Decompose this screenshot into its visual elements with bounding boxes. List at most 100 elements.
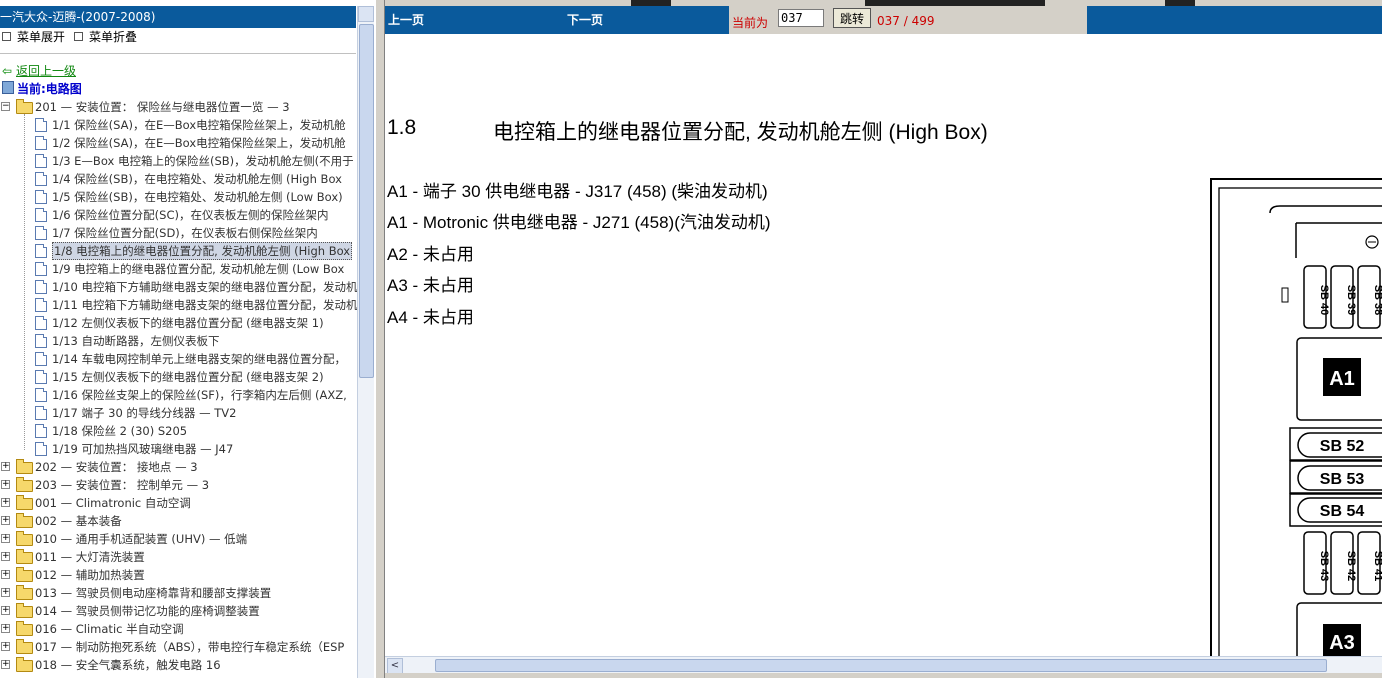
document-icon bbox=[35, 352, 47, 366]
relay-line: A3 - 未占用 bbox=[387, 276, 474, 295]
next-page-link[interactable]: 下一页 bbox=[567, 6, 603, 34]
expand-toggle-icon[interactable]: + bbox=[1, 588, 10, 597]
fuse-box-diagram: SB 40 SB 39 SB 38 A1 SB 52 SB 53 SB 54 S… bbox=[1210, 178, 1382, 658]
document-icon bbox=[35, 208, 47, 222]
tree-leaf-label: 1/14 车载电网控制单元上继电器支架的继电器位置分配， bbox=[52, 352, 346, 366]
top-fuse-row: SB 40 SB 39 SB 38 bbox=[1303, 265, 1382, 329]
folder-icon bbox=[16, 639, 33, 654]
tree-leaf-label: 1/11 电控箱下方辅助继电器支架的继电器位置分配，发动机 bbox=[52, 298, 358, 312]
tree-leaf-label: 1/2 保险丝(SA)，在E—Box电控箱保险丝架上，发动机舱 bbox=[52, 136, 346, 150]
tree-leaf-label: 1/6 保险丝位置分配(SC)，在仪表板左侧的保险丝架内 bbox=[52, 208, 329, 222]
tree-node-label: 017 — 制动防抱死系统（ABS），带电控行车稳定系统（ESP bbox=[35, 640, 345, 654]
folder-icon bbox=[16, 495, 33, 510]
collapse-label: 菜单折叠 bbox=[89, 30, 138, 44]
tree-leaf-label: 1/1 保险丝(SA)，在E—Box电控箱保险丝架上，发动机舱 bbox=[52, 118, 346, 132]
section-number: 1.8 bbox=[387, 116, 417, 139]
middle-fuse-column: SB 52 SB 53 SB 54 bbox=[1289, 427, 1382, 527]
diagram-icon bbox=[2, 81, 14, 94]
folder-icon bbox=[16, 531, 33, 546]
folder-icon bbox=[16, 657, 33, 672]
tree-leaf-label: 1/19 可加热挡风玻璃继电器 — J47 bbox=[52, 442, 234, 456]
fuse-label: SB 53 bbox=[1320, 471, 1365, 488]
page-number-input[interactable] bbox=[778, 9, 824, 27]
scroll-left-icon[interactable]: < bbox=[387, 658, 403, 674]
fuse-label: SB 38 bbox=[1372, 285, 1382, 316]
tree-leaf-label: 1/9 电控箱上的继电器位置分配, 发动机舱左侧 (Low Box bbox=[52, 262, 345, 276]
content-pane: 上一页 下一页 当前为 跳转 037 / 499 1.8 电控箱上的继电器位置分… bbox=[385, 0, 1382, 678]
tree-node-label: 013 — 驾驶员侧电动座椅靠背和腰部支撑装置 bbox=[35, 586, 272, 600]
document-icon bbox=[35, 370, 47, 384]
expand-toggle-icon[interactable]: + bbox=[1, 570, 10, 579]
prev-page-link[interactable]: 上一页 bbox=[388, 6, 424, 34]
fuse-label: SB 42 bbox=[1345, 551, 1357, 582]
bottom-fuse-row: SB 43 SB 42 SB 41 bbox=[1303, 531, 1382, 595]
expand-toggle-icon[interactable]: + bbox=[1, 462, 10, 471]
expand-toggle-icon[interactable]: + bbox=[1, 534, 10, 543]
pane-splitter[interactable] bbox=[375, 0, 385, 678]
scroll-up-icon[interactable] bbox=[358, 6, 374, 22]
document-icon bbox=[35, 190, 47, 204]
current-page-label: 当前为 bbox=[732, 16, 769, 30]
collapse-all-button[interactable]: 菜单折叠 bbox=[74, 29, 137, 45]
horizontal-scroll-thumb[interactable] bbox=[435, 659, 1327, 672]
tree-leaf-label: 1/8 电控箱上的继电器位置分配, 发动机舱左侧 (High Box bbox=[52, 242, 353, 260]
tree-leaf-label: 1/7 保险丝位置分配(SD)，在仪表板右侧保险丝架内 bbox=[52, 226, 318, 240]
folder-icon bbox=[16, 513, 33, 528]
document-icon bbox=[35, 424, 47, 438]
tree-leaf-label: 1/13 自动断路器，左侧仪表板下 bbox=[52, 334, 220, 348]
tree-vertical-scrollbar[interactable] bbox=[357, 6, 374, 678]
expand-toggle-icon[interactable]: + bbox=[1, 642, 10, 651]
expand-all-button[interactable]: 菜单展开 bbox=[2, 29, 65, 45]
expand-toggle-icon[interactable]: + bbox=[1, 624, 10, 633]
back-link[interactable]: ⇦ 返回上一级 bbox=[2, 62, 76, 79]
relay-line: A1 - Motronic 供电继电器 - J271 (458)(汽油发动机) bbox=[387, 213, 771, 232]
tree-connector bbox=[24, 114, 25, 450]
tree-leaf-label: 1/3 E—Box 电控箱上的保险丝(SB)，发动机舱左侧(不用于 bbox=[52, 154, 354, 168]
tree-leaf-label: 1/17 端子 30 的导线分线器 — TV2 bbox=[52, 406, 237, 420]
bottom-strip bbox=[385, 673, 1382, 678]
document-icon bbox=[35, 298, 47, 312]
tree-leaf-label: 1/10 电控箱下方辅助继电器支架的继电器位置分配，发动机 bbox=[52, 280, 358, 294]
content-horizontal-scrollbar[interactable]: < bbox=[385, 656, 1382, 674]
folder-icon bbox=[16, 549, 33, 564]
tree-node-label: 001 — Climatronic 自动空调 bbox=[35, 496, 191, 510]
expand-toggle-icon[interactable]: + bbox=[1, 552, 10, 561]
folder-icon bbox=[16, 459, 33, 474]
expand-toggle-icon[interactable]: + bbox=[1, 606, 10, 615]
scroll-thumb[interactable] bbox=[359, 24, 374, 378]
fuse-label: SB 39 bbox=[1345, 285, 1357, 316]
document-icon bbox=[35, 388, 47, 402]
folder-icon bbox=[16, 477, 33, 492]
expand-toggle-icon[interactable]: + bbox=[1, 480, 10, 489]
page-count: 037 / 499 bbox=[877, 14, 935, 28]
expand-toggle-icon[interactable]: + bbox=[1, 498, 10, 507]
expand-icon bbox=[2, 32, 11, 41]
go-button[interactable]: 跳转 bbox=[833, 8, 871, 28]
relay-line: A2 - 未占用 bbox=[387, 245, 474, 264]
tree-leaf-label: 1/15 左侧仪表板下的继电器位置分配 (继电器支架 2) bbox=[52, 370, 324, 384]
fuse-label: SB 41 bbox=[1372, 551, 1382, 582]
divider bbox=[0, 53, 356, 54]
tree-leaf-label: 1/4 保险丝(SB)，在电控箱处、发动机舱左侧 (High Box bbox=[52, 172, 342, 186]
expand-toggle-icon[interactable]: + bbox=[1, 516, 10, 525]
tree-node-label: 203 — 安装位置： 控制单元 — 3 bbox=[35, 478, 210, 492]
fuse-label: SB 43 bbox=[1318, 551, 1330, 582]
fuse-label: SB 40 bbox=[1318, 285, 1330, 316]
current-location: 当前:电路图 bbox=[2, 80, 82, 97]
tree-node-label: 011 — 大灯清洗装置 bbox=[35, 550, 145, 564]
document-icon bbox=[35, 280, 47, 294]
tree-node-label: 018 — 安全气囊系统，触发电路 16 bbox=[35, 658, 221, 672]
expand-toggle-icon[interactable]: + bbox=[1, 660, 10, 669]
tree-title: 一汽大众-迈腾-(2007-2008) bbox=[0, 6, 356, 28]
relay-a1-label: A1 bbox=[1329, 368, 1355, 390]
relay-line: A1 - 端子 30 供电继电器 - J317 (458) (柴油发动机) bbox=[387, 182, 768, 201]
fuse-label: SB 52 bbox=[1320, 438, 1365, 455]
back-label: 返回上一级 bbox=[16, 64, 77, 78]
collapse-toggle-icon[interactable]: − bbox=[1, 102, 10, 111]
page-jump-box: 当前为 跳转 037 / 499 bbox=[729, 6, 1087, 34]
document-icon bbox=[35, 334, 47, 348]
folder-icon bbox=[16, 621, 33, 636]
tree-node-label: 002 — 基本装备 bbox=[35, 514, 122, 528]
tree-node-label: 202 — 安装位置： 接地点 — 3 bbox=[35, 460, 198, 474]
document-icon bbox=[35, 172, 47, 186]
